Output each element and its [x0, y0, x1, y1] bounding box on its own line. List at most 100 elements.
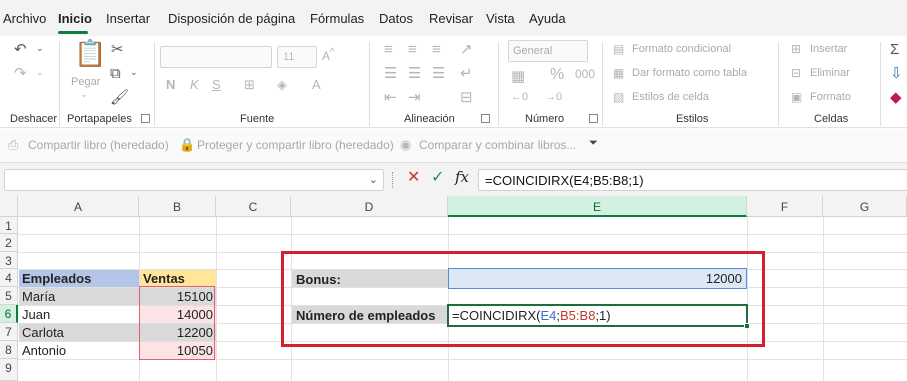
cell-styles-button[interactable]: Estilos de celda [632, 91, 709, 103]
formula-input[interactable]: =COINCIDIRX(E4;B5:B8;1) [478, 169, 907, 191]
cell-a7-name[interactable]: Carlota [19, 324, 139, 341]
cell-d6-count-label[interactable]: Número de empleados [292, 306, 448, 323]
portapapeles-launcher-icon[interactable] [141, 114, 150, 123]
format-cells-button[interactable]: Formato [810, 91, 851, 103]
column-header-c[interactable]: C [216, 196, 291, 217]
thousands-separator-icon[interactable]: 000 [575, 68, 595, 80]
row-header-7[interactable]: 7 [0, 323, 18, 341]
bold-icon[interactable]: N [166, 78, 175, 91]
cell-b4-ventas-header[interactable]: Ventas [140, 270, 216, 287]
cell-b5-value[interactable]: 15100 [140, 288, 216, 305]
tab-datos[interactable]: Datos [379, 11, 413, 26]
compare-merge-button[interactable]: Comparar y combinar libros... [419, 138, 576, 152]
borders-icon[interactable]: ⊞ [244, 78, 255, 91]
align-bottom-icon[interactable]: ≡ [432, 42, 441, 57]
column-header-b[interactable]: B [139, 196, 216, 217]
paste-icon[interactable]: 📋 [74, 40, 106, 66]
tab-insertar[interactable]: Insertar [106, 11, 150, 26]
align-right-icon[interactable]: ☰ [432, 66, 445, 81]
insert-cells-button[interactable]: Insertar [810, 43, 847, 55]
cell-e4-bonus-value[interactable]: 12000 [448, 268, 747, 289]
orientation-icon[interactable]: ↗ [460, 42, 473, 57]
row-header-6[interactable]: 6 [0, 305, 18, 323]
row-header-1[interactable]: 1 [0, 217, 18, 234]
clear-icon[interactable]: ◆ [890, 90, 902, 105]
align-left-icon[interactable]: ☰ [384, 66, 397, 81]
merge-cells-icon[interactable]: ⊟ [460, 90, 473, 105]
cell-a8-name[interactable]: Antonio [19, 342, 139, 359]
row-header-3[interactable]: 3 [0, 252, 18, 269]
font-color-icon[interactable]: A [312, 78, 321, 91]
align-center-icon[interactable]: ☰ [408, 66, 421, 81]
underline-icon[interactable]: S [212, 78, 221, 91]
cell-e6-active-formula[interactable]: =COINCIDIRX(E4;B5:B8;1) [447, 304, 750, 329]
fill-handle[interactable] [744, 323, 750, 329]
protect-share-button[interactable]: Proteger y compartir libro (heredado) [197, 138, 394, 152]
column-header-a[interactable]: A [18, 196, 139, 217]
numero-launcher-icon[interactable] [589, 114, 598, 123]
select-all-button[interactable] [0, 196, 18, 217]
formula-bar-grip[interactable] [392, 172, 394, 188]
fill-color-icon[interactable]: ◈ [277, 78, 287, 91]
accounting-format-icon[interactable]: ▦ [511, 69, 525, 84]
italic-icon[interactable]: K [190, 78, 199, 91]
row-header-2[interactable]: 2 [0, 234, 18, 252]
format-as-table-button[interactable]: Dar formato como tabla [632, 67, 747, 79]
column-header-d[interactable]: D [291, 196, 448, 217]
cut-icon[interactable]: ✂ [111, 42, 124, 57]
row-header-5[interactable]: 5 [0, 287, 18, 305]
undo-icon[interactable]: ↶ [14, 42, 27, 57]
number-format-select[interactable]: General [508, 40, 588, 62]
copy-dropdown-icon[interactable]: ⌄ [130, 68, 138, 77]
font-size-select[interactable]: 11 [277, 46, 317, 68]
align-middle-icon[interactable]: ≡ [408, 42, 417, 57]
percent-icon[interactable]: % [550, 67, 564, 83]
increase-decimal-icon[interactable]: ←0 [511, 92, 528, 103]
tab-disposicion-pagina[interactable]: Disposición de página [168, 11, 295, 26]
name-box[interactable]: ⌄ [4, 169, 384, 191]
cell-b6-value[interactable]: 14000 [140, 306, 216, 323]
cell-b8-value[interactable]: 10050 [140, 342, 216, 359]
undo-dropdown-icon[interactable]: ⌄ [36, 44, 44, 53]
name-box-dropdown-icon[interactable]: ⌄ [369, 173, 378, 186]
insert-function-button[interactable]: fx [455, 170, 469, 185]
copy-icon[interactable]: ⧉ [110, 66, 121, 81]
alineacion-launcher-icon[interactable] [481, 114, 490, 123]
cancel-icon[interactable]: ✕ [407, 170, 420, 186]
cell-a5-name[interactable]: María [19, 288, 139, 305]
column-header-g[interactable]: G [823, 196, 907, 217]
row-header-9[interactable]: 9 [0, 359, 18, 381]
autosum-icon[interactable]: Σ [890, 42, 899, 57]
tab-revisar[interactable]: Revisar [429, 11, 473, 26]
tab-ayuda[interactable]: Ayuda [529, 11, 566, 26]
decrease-indent-icon[interactable]: ⇤ [384, 90, 397, 105]
enter-icon[interactable]: ✓ [431, 170, 444, 186]
cell-a6-name[interactable]: Juan [19, 306, 139, 323]
delete-cells-button[interactable]: Eliminar [810, 67, 850, 79]
increase-indent-icon[interactable]: ⇥ [408, 90, 421, 105]
customize-toolbar-icon[interactable]: ⏷ [589, 138, 598, 149]
wrap-text-icon[interactable]: ↵ [460, 66, 473, 81]
cell-b7-value[interactable]: 12200 [140, 324, 216, 341]
increase-font-icon[interactable]: A^ [322, 48, 335, 63]
cell-a4-empleados-header[interactable]: Empleados [19, 270, 139, 287]
row-header-4[interactable]: 4 [0, 269, 18, 287]
tab-vista[interactable]: Vista [486, 11, 515, 26]
align-top-icon[interactable]: ≡ [384, 42, 393, 57]
row-header-8[interactable]: 8 [0, 341, 18, 359]
font-name-select[interactable] [160, 46, 272, 68]
share-workbook-button[interactable]: Compartir libro (heredado) [28, 138, 169, 152]
decrease-decimal-icon[interactable]: →0 [545, 92, 562, 103]
tab-formulas[interactable]: Fórmulas [310, 11, 364, 26]
cell-d4-bonus-label[interactable]: Bonus: [292, 270, 448, 287]
fill-down-icon[interactable]: ⇩ [890, 66, 903, 81]
column-header-f[interactable]: F [747, 196, 823, 217]
column-header-e[interactable]: E [448, 196, 747, 217]
conditional-format-button[interactable]: Formato condicional [632, 43, 731, 55]
format-painter-icon[interactable]: 🖌 [110, 90, 129, 105]
tab-archivo[interactable]: Archivo [3, 11, 46, 26]
paste-dropdown-icon[interactable]: ⌄ [80, 90, 88, 99]
redo-icon[interactable]: ↷ [14, 66, 27, 81]
redo-dropdown-icon[interactable]: ⌄ [36, 68, 44, 77]
tab-inicio[interactable]: Inicio [58, 11, 92, 26]
